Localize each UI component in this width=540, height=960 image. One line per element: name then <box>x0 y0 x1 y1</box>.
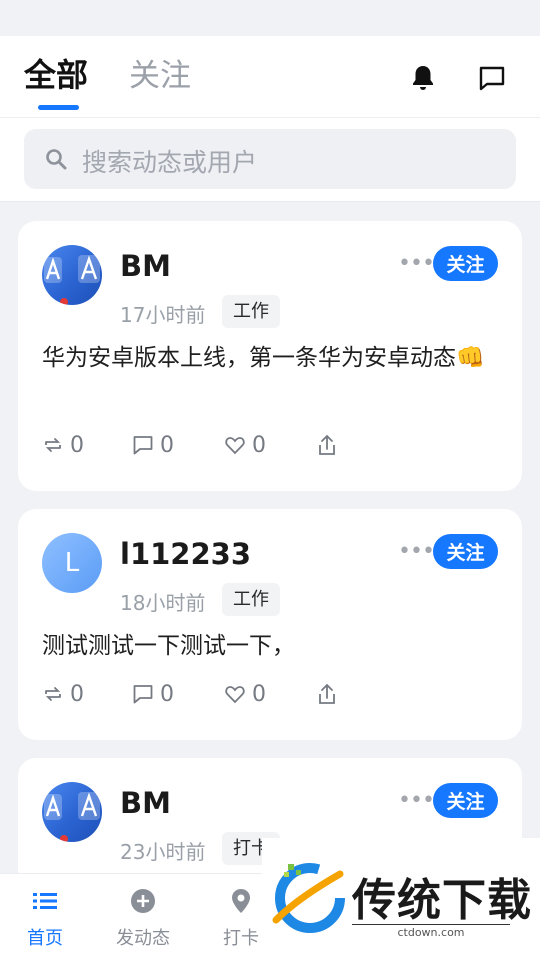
repost-icon <box>45 438 61 452</box>
tab-home[interactable]: 首页 <box>0 888 90 950</box>
post-actions: 0 0 0 <box>42 430 502 460</box>
repost-icon <box>45 687 61 701</box>
share-action[interactable] <box>316 430 338 460</box>
more-icon[interactable]: ••• <box>398 788 435 813</box>
active-tab-indicator <box>38 105 79 110</box>
post-content: 测试测试一下测试一下， <box>42 633 295 659</box>
heart-icon <box>225 686 245 704</box>
like-count: 0 <box>252 681 266 707</box>
repost-action[interactable]: 0 <box>42 679 84 709</box>
repost-count: 0 <box>70 681 84 707</box>
share-icon <box>319 434 335 455</box>
comment-count: 0 <box>160 432 174 458</box>
post-author[interactable]: BM <box>120 786 171 820</box>
top-header: 全部 关注 <box>0 36 540 118</box>
search-input[interactable]: 搜索动态或用户 <box>24 129 516 189</box>
post-card[interactable]: L l112233 18小时前 工作 ••• 关注 测试测试一下测试一下， 0 … <box>18 509 522 740</box>
status-bar <box>0 0 540 36</box>
follow-button[interactable]: 关注 <box>433 534 498 569</box>
avatar[interactable] <box>42 245 102 305</box>
post-author[interactable]: l112233 <box>120 537 251 571</box>
search-icon <box>44 147 68 175</box>
comment-action[interactable]: 0 <box>132 430 174 460</box>
comment-icon <box>133 436 153 455</box>
tab-following[interactable]: 关注 <box>129 50 191 95</box>
post-author[interactable]: BM <box>120 249 171 283</box>
list-icon <box>33 893 57 909</box>
more-icon[interactable]: ••• <box>398 251 435 276</box>
tab-all[interactable]: 全部 <box>24 50 88 96</box>
post-actions: 0 0 0 <box>42 679 502 709</box>
share-action[interactable] <box>316 679 338 709</box>
watermark-brand: 传统下载 <box>352 875 532 926</box>
follow-button[interactable]: 关注 <box>433 783 498 818</box>
post-content: 华为安卓版本上线，第一条华为安卓动态👊 <box>42 345 485 371</box>
tab-label: 首页 <box>27 928 63 949</box>
like-action[interactable]: 0 <box>224 430 266 460</box>
avatar[interactable]: L <box>42 533 102 593</box>
watermark: 传统下载 ctdown.com <box>262 838 540 960</box>
plus-circle-icon <box>131 889 155 913</box>
post-time: 18小时前 <box>120 591 206 615</box>
message-icon[interactable] <box>472 58 512 98</box>
like-count: 0 <box>252 432 266 458</box>
comment-icon <box>133 685 153 704</box>
search-section: 搜索动态或用户 <box>0 118 540 202</box>
tab-label: 发动态 <box>116 928 170 949</box>
comment-action[interactable]: 0 <box>132 679 174 709</box>
search-placeholder: 搜索动态或用户 <box>82 148 258 177</box>
comment-count: 0 <box>160 681 174 707</box>
watermark-url: ctdown.com <box>352 924 510 939</box>
bell-icon[interactable] <box>403 58 443 98</box>
post-time: 23小时前 <box>120 840 206 864</box>
repost-count: 0 <box>70 432 84 458</box>
post-tag[interactable]: 工作 <box>222 295 280 328</box>
post-card[interactable]: BM 17小时前 工作 ••• 关注 华为安卓版本上线，第一条华为安卓动态👊 0… <box>18 221 522 491</box>
like-action[interactable]: 0 <box>224 679 266 709</box>
repost-action[interactable]: 0 <box>42 430 84 460</box>
follow-button[interactable]: 关注 <box>433 246 498 281</box>
avatar[interactable] <box>42 782 102 842</box>
tab-post[interactable]: 发动态 <box>98 888 188 950</box>
heart-icon <box>225 437 245 455</box>
post-time: 17小时前 <box>120 303 206 327</box>
location-icon <box>232 889 250 913</box>
more-icon[interactable]: ••• <box>398 539 435 564</box>
share-icon <box>319 683 335 704</box>
post-tag[interactable]: 工作 <box>222 583 280 616</box>
watermark-logo <box>268 858 348 942</box>
